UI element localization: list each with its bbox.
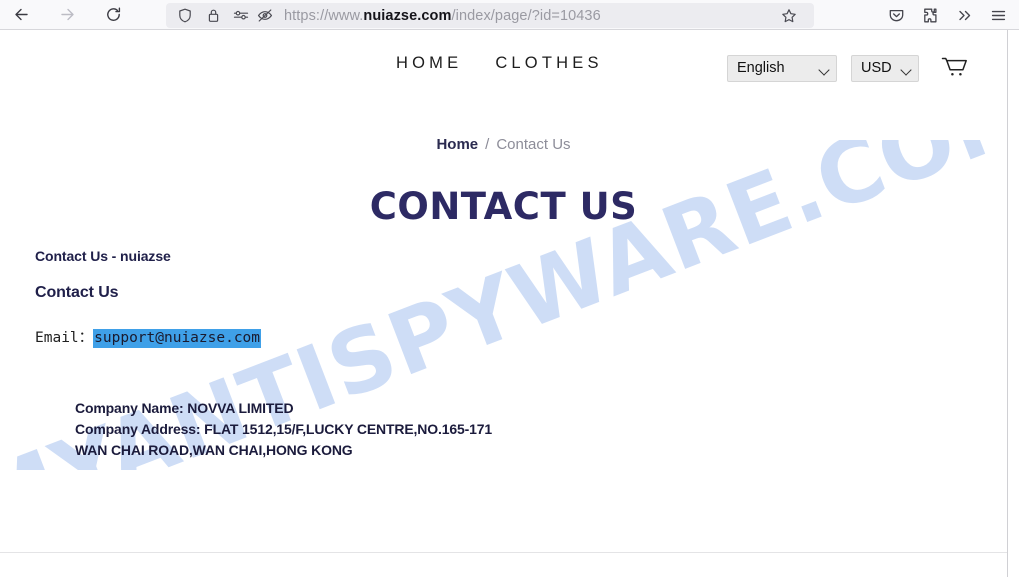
forward-arrow-icon[interactable] [52, 1, 82, 29]
breadcrumb: Home / Contact Us [0, 136, 1007, 153]
shopping-cart-icon[interactable] [937, 53, 971, 83]
page-title: CONTACT US [369, 185, 638, 228]
site-header: HOME CLOTHES English USD [0, 30, 1007, 134]
header-utilities: English USD [727, 53, 971, 83]
tracking-protection-shield-icon[interactable] [174, 5, 196, 27]
extensions-puzzle-icon[interactable] [913, 1, 947, 29]
email-address-selected[interactable]: support@nuiazse.com [93, 329, 262, 348]
reader-mode-off-icon[interactable] [254, 5, 276, 27]
main-navigation: HOME CLOTHES [396, 54, 603, 73]
back-arrow-icon[interactable] [6, 1, 36, 29]
breadcrumb-current: Contact Us [496, 136, 571, 153]
reload-icon[interactable] [98, 1, 128, 29]
breadcrumb-separator: / [485, 136, 490, 153]
language-selector-wrap: English [727, 54, 837, 82]
url-scheme: https://www. [284, 7, 364, 24]
company-details: Company Name: NOVVA LIMITED Company Addr… [75, 398, 492, 461]
company-address-line-1: Company Address: FLAT 1512,15/F,LUCKY CE… [75, 421, 493, 437]
bookmark-star-icon[interactable] [776, 3, 802, 28]
address-bar[interactable]: https://www.nuiazse.com/index/page/?id=1… [166, 3, 814, 28]
intro-line: Contact Us - nuiazse [35, 248, 171, 264]
page-viewport: MYANTISPYWARE.COM HOME CLOTHES English U… [0, 30, 1019, 577]
scrollbar-thumb[interactable] [1010, 30, 1018, 100]
vertical-scrollbar[interactable] [1007, 30, 1019, 577]
browser-toolbar: https://www.nuiazse.com/index/page/?id=1… [0, 0, 1019, 30]
email-line: Email：support@nuiazse.com [35, 326, 262, 348]
email-label: Email： [35, 330, 94, 346]
hamburger-menu-icon[interactable] [981, 1, 1015, 29]
section-heading: Contact Us [35, 284, 119, 301]
language-select[interactable]: English [727, 54, 837, 82]
site-permissions-icon[interactable] [230, 5, 252, 27]
currency-select[interactable]: USD [851, 54, 919, 82]
breadcrumb-home-link[interactable]: Home [436, 136, 478, 153]
overflow-chevrons-icon[interactable] [947, 1, 981, 29]
url-text: https://www.nuiazse.com/index/page/?id=1… [284, 8, 601, 24]
currency-selector-wrap: USD [851, 54, 919, 82]
url-path: /index/page/?id=10436 [451, 7, 601, 24]
company-name-line: Company Name: NOVVA LIMITED [75, 400, 294, 416]
company-address-line-2: WAN CHAI ROAD,WAN CHAI,HONG KONG [75, 442, 353, 458]
pocket-save-icon[interactable] [879, 1, 913, 29]
nav-link-home[interactable]: HOME [396, 54, 462, 73]
padlock-icon[interactable] [202, 5, 224, 27]
url-host: nuiazse.com [363, 7, 452, 24]
footer-divider [0, 552, 1007, 553]
toolbar-right-group [879, 0, 1015, 30]
nav-link-clothes[interactable]: CLOTHES [495, 54, 602, 73]
